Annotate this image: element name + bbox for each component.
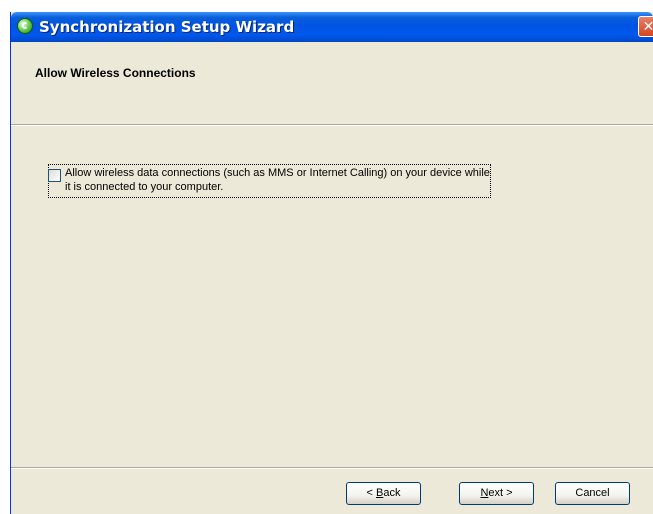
back-button[interactable]: < Back — [346, 482, 421, 505]
wizard-header: Allow Wireless Connections — [11, 42, 653, 125]
window-title: Synchronization Setup Wizard — [39, 18, 295, 36]
close-button[interactable]: ✕ — [638, 16, 653, 37]
back-rest: ack — [383, 487, 401, 499]
sync-app-icon — [17, 18, 33, 34]
next-rest: ext > — [488, 487, 513, 499]
footer-divider — [11, 467, 653, 469]
header-divider — [11, 124, 653, 126]
cancel-button[interactable]: Cancel — [555, 482, 630, 505]
wireless-connections-label[interactable]: Allow wireless data connections (such as… — [65, 166, 495, 194]
wireless-connections-checkbox[interactable] — [48, 169, 61, 182]
title-bar[interactable]: Synchronization Setup Wizard ✕ — [11, 12, 653, 42]
page-title: Allow Wireless Connections — [35, 66, 196, 80]
wizard-window: Synchronization Setup Wizard ✕ Allow Wir… — [10, 12, 653, 514]
next-button[interactable]: Next > — [459, 482, 534, 505]
back-prefix: < — [366, 487, 376, 499]
